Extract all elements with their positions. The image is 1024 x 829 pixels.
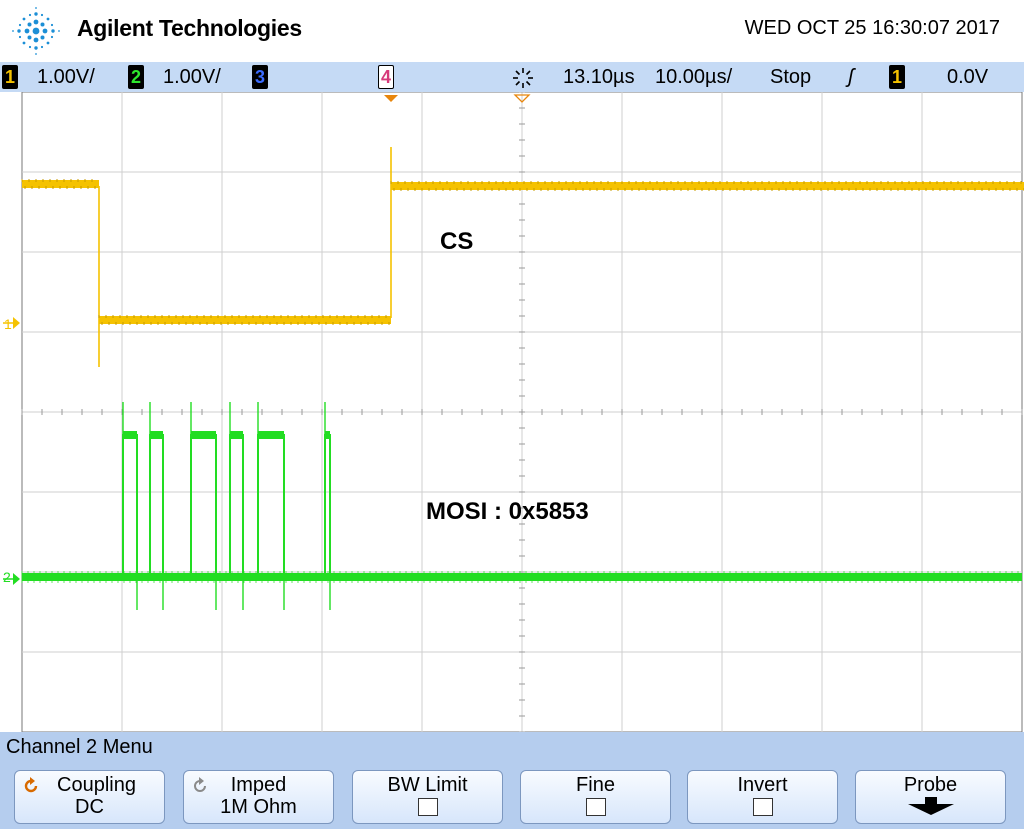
- invert-checkbox[interactable]: [752, 798, 773, 816]
- channel-1-waveform: [21, 147, 1024, 367]
- trigger-source: 1: [889, 65, 905, 89]
- bw-limit-softkey[interactable]: BW Limit: [352, 770, 503, 824]
- rotate-knob-icon: [194, 777, 206, 792]
- channel-4-position-marker: [384, 95, 398, 102]
- channel-2-indicator[interactable]: 2: [128, 65, 144, 89]
- run-state[interactable]: Stop: [770, 65, 811, 89]
- menu-title: Channel 2 Menu: [6, 736, 153, 758]
- mosi-annotation: MOSI : 0x5853: [426, 498, 589, 525]
- trigger-slope-icon: ʃ: [848, 66, 854, 88]
- trigger-delay-icon: [513, 68, 533, 88]
- graticule: 1 2: [3, 92, 1024, 732]
- rotate-knob-icon: [24, 777, 38, 793]
- channel-1-ground-marker: 1: [3, 316, 20, 332]
- status-bar: 1 1.00V/ 2 1.00V/ 3 4 13.10µs 10.00µs/ S…: [0, 62, 1024, 92]
- channel-1-scale: 1.00V/: [37, 66, 95, 88]
- channel-1-indicator[interactable]: 1: [2, 65, 18, 89]
- bw-limit-checkbox[interactable]: [417, 798, 438, 816]
- agilent-spark-icon: [12, 7, 60, 55]
- channel-menu: Channel 2 Menu Coupling DC Imped 1M Ohm …: [0, 732, 1024, 829]
- channel-2-ground-marker: 2: [3, 569, 20, 585]
- arrow-down-icon: [907, 797, 954, 815]
- waveform-display[interactable]: 1 2 CS MOSI : 0x5853: [0, 92, 1024, 732]
- channel-2-marker-label: 2: [3, 569, 11, 585]
- trigger-delay: 13.10µs: [563, 66, 635, 88]
- impedance-softkey[interactable]: Imped 1M Ohm: [183, 770, 334, 824]
- timebase-scale: 10.00µs/: [655, 66, 733, 88]
- channel-4-indicator[interactable]: 4: [378, 65, 394, 89]
- brand-name: Agilent Technologies: [77, 15, 302, 41]
- channel-3-indicator[interactable]: 3: [252, 65, 268, 89]
- invert-softkey[interactable]: Invert: [687, 770, 838, 824]
- fine-checkbox[interactable]: [585, 798, 606, 816]
- date-time: WED OCT 25 16:30:07 2017: [744, 17, 1000, 39]
- fine-softkey[interactable]: Fine: [520, 770, 671, 824]
- coupling-softkey[interactable]: Coupling DC: [14, 770, 165, 824]
- channel-2-scale: 1.00V/: [163, 66, 221, 88]
- channel-1-marker-label: 1: [4, 316, 12, 332]
- trigger-level: 0.0V: [947, 66, 989, 88]
- probe-softkey[interactable]: Probe: [855, 770, 1006, 824]
- header-bar: Agilent Technologies WED OCT 25 16:30:07…: [0, 0, 1024, 62]
- cs-annotation: CS: [440, 228, 474, 255]
